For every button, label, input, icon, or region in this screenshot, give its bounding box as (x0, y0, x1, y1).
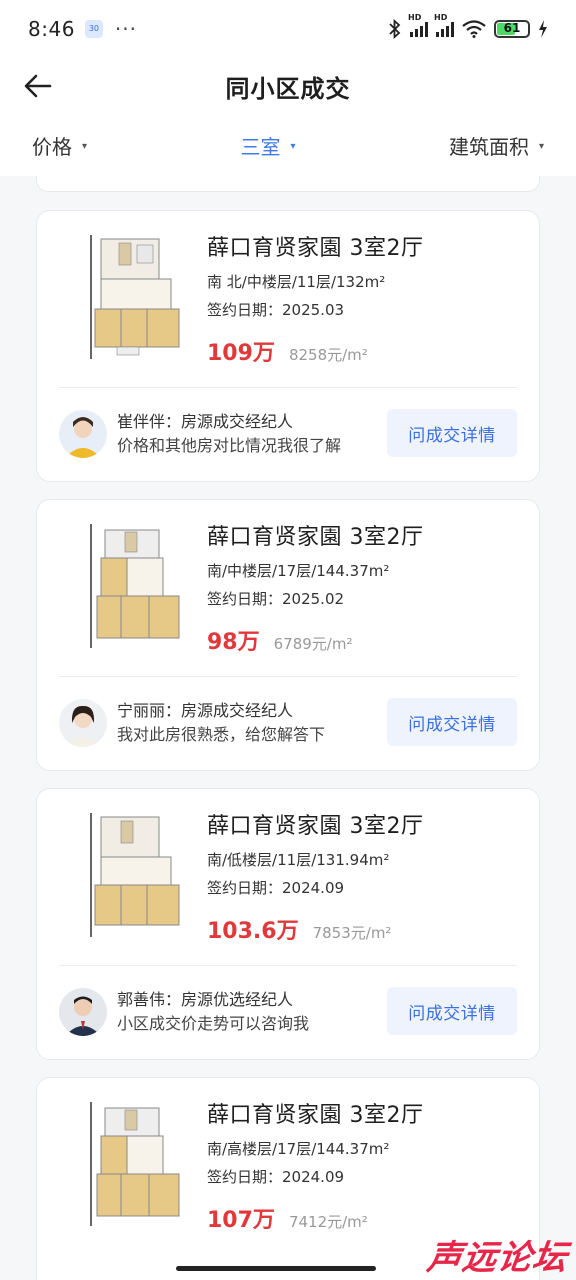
agent-row: 郭善伟：房源优选经纪人 小区成交价走势可以咨询我 问成交详情 (37, 965, 539, 1059)
signing-date: 签约日期：2025.03 (207, 301, 345, 319)
deal-price: 107万 (207, 1208, 275, 1233)
listing-info: 薛口育贤家園 3室2厅 南/高楼层/17层/144.37m² 签约日期：2024… (207, 1100, 529, 1234)
nav-bar: 同小区成交 (0, 58, 576, 114)
agent-name: 郭善伟：房源优选经纪人 (117, 990, 294, 1009)
ask-deal-details-button[interactable]: 问成交详情 (387, 987, 517, 1035)
deal-price: 98万 (207, 630, 260, 655)
filter-price-label: 价格 (32, 134, 72, 159)
filter-area[interactable]: 建筑面积 ▾ (449, 131, 544, 160)
floor-plan-image (87, 809, 183, 941)
signing-date: 签约日期：2025.02 (207, 590, 345, 608)
signal-icon-2: HD (434, 13, 454, 37)
charging-icon (539, 20, 547, 38)
chevron-down-icon: ▾ (82, 140, 88, 152)
floor-plan-image (87, 1098, 183, 1230)
floor-plan-image (87, 231, 183, 363)
agent-message: 小区成交价走势可以咨询我 (117, 1014, 310, 1033)
filter-price[interactable]: 价格 ▾ (32, 131, 87, 160)
chevron-down-icon: ▾ (538, 140, 544, 152)
filter-bar: 价格 ▾ 三室 ▾ 建筑面积 ▾ (0, 114, 576, 176)
status-time: 8:46 (28, 17, 75, 41)
filter-area-label: 建筑面积 (448, 134, 529, 159)
signal-icon: HD (408, 13, 428, 37)
agent-name: 宁丽丽：房源成交经纪人 (117, 701, 294, 720)
agent-name: 崔伴伴：房源成交经纪人 (117, 412, 294, 431)
bluetooth-icon (389, 19, 401, 39)
deal-price: 109万 (207, 341, 275, 366)
battery-level: 61 (503, 21, 521, 35)
unit-price: 7853元/m² (312, 924, 392, 942)
signing-date: 签约日期：2024.09 (207, 879, 345, 897)
listing-card[interactable]: 薛口育贤家園 3室2厅 南 北/中楼层/11层/132m² 签约日期：2025.… (36, 210, 540, 482)
notification-badge-icon: 30 (84, 20, 103, 38)
listing-info: 薛口育贤家園 3室2厅 南 北/中楼层/11层/132m² 签约日期：2025.… (207, 233, 529, 367)
page-title: 同小区成交 (225, 74, 351, 103)
wifi-icon (462, 20, 486, 38)
chevron-down-icon: ▾ (290, 140, 296, 152)
unit-price: 8258元/m² (288, 346, 368, 364)
back-arrow-icon[interactable] (22, 70, 54, 102)
signing-date: 签约日期：2024.09 (207, 1168, 345, 1186)
previous-card-edge (36, 176, 540, 192)
listing-meta: 南/低楼层/11层/131.94m² (207, 851, 390, 869)
listing-info: 薛口育贤家園 3室2厅 南/中楼层/17层/144.37m² 签约日期：2025… (207, 522, 529, 656)
agent-avatar (59, 410, 107, 458)
screen: 8:46 30 ··· HD HD 61 同小区成交 价格 ▾ 三室 ▾ 建筑面… (0, 0, 576, 1280)
agent-avatar (59, 699, 107, 747)
unit-price: 6789元/m² (273, 635, 353, 653)
agent-row: 崔伴伴：房源成交经纪人 价格和其他房对比情况我很了解 问成交详情 (37, 387, 539, 481)
floor-plan-image (87, 520, 183, 652)
listing-title: 薛口育贤家園 3室2厅 (207, 236, 424, 261)
agent-message: 我对此房很熟悉，给您解答下 (117, 725, 326, 744)
listing-title: 薛口育贤家園 3室2厅 (207, 525, 424, 550)
agent-message: 价格和其他房对比情况我很了解 (117, 436, 342, 455)
listing-meta: 南/中楼层/17层/144.37m² (207, 562, 390, 580)
battery-icon: 61 (494, 20, 530, 38)
more-notifications-icon: ··· (114, 17, 137, 41)
listing-card[interactable]: 薛口育贤家園 3室2厅 南/中楼层/17层/144.37m² 签约日期：2025… (36, 499, 540, 771)
deal-price: 103.6万 (207, 919, 299, 944)
unit-price: 7412元/m² (288, 1213, 368, 1231)
status-bar: 8:46 30 ··· HD HD 61 (0, 0, 576, 58)
filter-rooms-label: 三室 (240, 134, 281, 159)
listing-card[interactable]: 薛口育贤家園 3室2厅 南/低楼层/11层/131.94m² 签约日期：2024… (36, 788, 540, 1060)
ask-deal-details-button[interactable]: 问成交详情 (387, 409, 517, 457)
listing-info: 薛口育贤家園 3室2厅 南/低楼层/11层/131.94m² 签约日期：2024… (207, 811, 529, 945)
listing-meta: 南 北/中楼层/11层/132m² (207, 273, 386, 291)
agent-avatar (59, 988, 107, 1036)
filter-rooms[interactable]: 三室 ▾ (240, 131, 295, 160)
ask-deal-details-button[interactable]: 问成交详情 (387, 698, 517, 746)
status-icons: HD HD 61 (388, 13, 548, 39)
home-indicator[interactable] (176, 1266, 376, 1271)
forum-watermark: 声远论坛 (424, 1238, 571, 1278)
listing-title: 薛口育贤家園 3室2厅 (207, 814, 424, 839)
agent-row: 宁丽丽：房源成交经纪人 我对此房很熟悉，给您解答下 问成交详情 (37, 676, 539, 770)
listing-meta: 南/高楼层/17层/144.37m² (207, 1140, 390, 1158)
listing-title: 薛口育贤家園 3室2厅 (207, 1103, 424, 1128)
